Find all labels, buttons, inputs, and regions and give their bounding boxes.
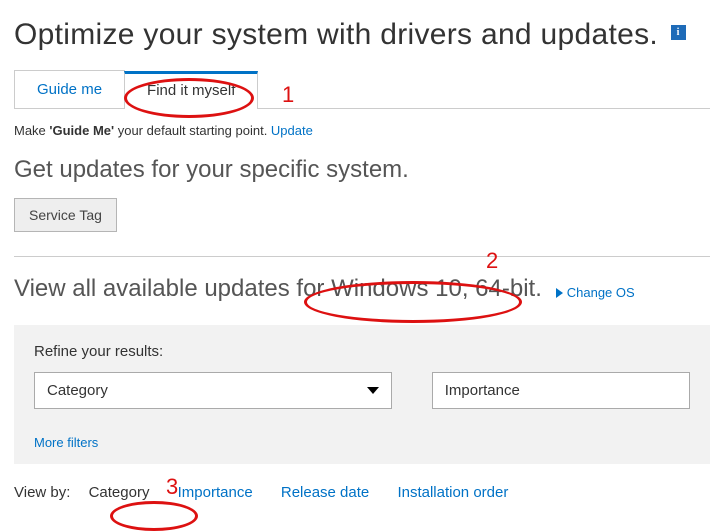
service-tag-button[interactable]: Service Tag (14, 198, 117, 232)
refine-panel: Refine your results: Category Importance… (14, 325, 710, 464)
default-bold: 'Guide Me' (49, 123, 114, 138)
default-starting-point-row: Make 'Guide Me' your default starting po… (14, 123, 710, 138)
default-suffix: your default starting point. (114, 123, 271, 138)
more-filters-link[interactable]: More filters (34, 435, 98, 450)
os-text: Windows 10, 64-bit. (331, 275, 542, 302)
selects-row: Category Importance (34, 372, 690, 409)
view-by-category[interactable]: Category (89, 484, 150, 501)
view-by-row: View by: Category Importance Release dat… (14, 484, 710, 501)
chevron-down-icon (367, 387, 379, 394)
triangle-right-icon (556, 288, 563, 298)
page-title: Optimize your system with drivers and up… (14, 18, 710, 52)
refine-label: Refine your results: (34, 343, 690, 360)
update-link[interactable]: Update (271, 123, 313, 138)
tab-find-it-myself[interactable]: Find it myself (124, 71, 258, 109)
view-by-installation-order[interactable]: Installation order (397, 484, 508, 501)
change-os-link[interactable]: Change OS (556, 285, 635, 300)
category-select[interactable]: Category (34, 372, 392, 409)
info-icon[interactable]: i (671, 25, 686, 40)
default-prefix: Make (14, 123, 49, 138)
view-all-prefix: View all available updates for (14, 275, 331, 302)
tab-guide-me[interactable]: Guide me (14, 70, 125, 108)
page-title-text: Optimize your system with drivers and up… (14, 18, 658, 51)
category-select-label: Category (47, 382, 108, 399)
get-updates-heading: Get updates for your specific system. (14, 156, 710, 184)
importance-select-label: Importance (445, 382, 520, 399)
view-by-importance[interactable]: Importance (178, 484, 253, 501)
view-by-release-date[interactable]: Release date (281, 484, 369, 501)
divider (14, 256, 710, 257)
importance-select[interactable]: Importance (432, 372, 690, 409)
view-by-label: View by: (14, 484, 70, 501)
tab-bar: Guide me Find it myself (14, 70, 710, 109)
annotation-number-2: 2 (486, 248, 498, 274)
annotation-circle-3 (110, 501, 198, 531)
change-os-label: Change OS (567, 285, 635, 300)
view-all-line: View all available updates for Windows 1… (14, 275, 710, 303)
